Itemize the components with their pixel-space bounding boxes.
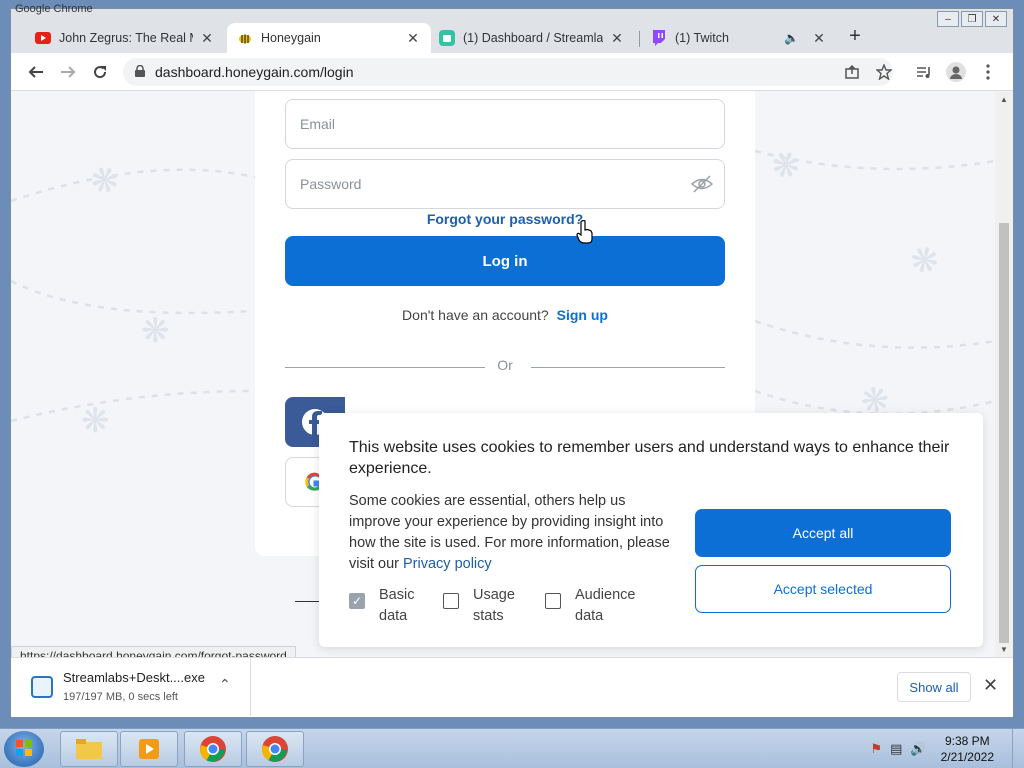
taskbar-explorer[interactable]	[60, 731, 118, 767]
forward-icon[interactable]	[57, 61, 79, 83]
taskbar-media[interactable]	[120, 731, 178, 767]
window-title: Google Chrome	[15, 3, 93, 15]
tab-twitch[interactable]: (1) Twitch 🔈 ✕	[641, 23, 837, 53]
eye-slash-icon[interactable]	[690, 172, 714, 199]
start-button[interactable]	[4, 731, 44, 767]
tab-honeygain[interactable]: Honeygain ✕	[227, 23, 431, 53]
download-status: 197/197 MB, 0 secs left	[63, 691, 178, 703]
chrome-icon	[199, 736, 226, 762]
accept-selected-button[interactable]: Accept selected	[695, 565, 951, 613]
chevron-up-icon[interactable]: ⌃	[219, 676, 231, 693]
checkmark-icon[interactable]: ✓	[349, 593, 365, 609]
browser-toolbar: dashboard.honeygain.com/login	[11, 53, 1013, 91]
signup-row: Don't have an account? Sign up	[255, 307, 755, 323]
accept-all-button[interactable]: Accept all	[695, 509, 951, 557]
youtube-icon	[35, 30, 51, 46]
media-control-icon[interactable]	[913, 61, 935, 83]
tab-label: (1) Dashboard / Streamlab	[463, 31, 603, 45]
windows-logo-icon	[16, 740, 32, 756]
streamlabs-icon	[439, 30, 455, 46]
volume-icon[interactable]: 🔊	[910, 741, 926, 757]
cookie-title: This website uses cookies to remember us…	[349, 439, 950, 477]
hand-cursor-icon	[576, 219, 594, 249]
close-icon[interactable]: ✕	[811, 30, 827, 47]
checkbox-usage-stats[interactable]: Usage stats	[443, 585, 533, 627]
clock[interactable]: 9:38 PM 2/21/2022	[941, 733, 994, 765]
checkbox-label: Basic data	[379, 587, 415, 624]
password-field[interactable]: Password	[285, 159, 725, 209]
download-item[interactable]: Streamlabs+Deskt....exe 197/197 MB, 0 se…	[11, 658, 251, 716]
new-tab-button[interactable]: +	[843, 25, 867, 49]
clock-time: 9:38 PM	[944, 734, 990, 748]
browser-window: Google Chrome – ❐ ✕ John Zegrus: The Rea…	[10, 3, 1014, 718]
email-field[interactable]: Email	[285, 99, 725, 149]
scroll-thumb[interactable]	[999, 223, 1009, 643]
url-text: dashboard.honeygain.com/login	[155, 64, 354, 80]
cookie-banner: This website uses cookies to remember us…	[319, 413, 983, 647]
folder-icon	[76, 739, 102, 759]
checkbox-label: Usage stats	[473, 587, 515, 624]
or-text: Or	[497, 357, 513, 373]
close-icon[interactable]: ✕	[983, 675, 998, 696]
tab-label: John Zegrus: The Real Ma	[59, 31, 193, 45]
login-button[interactable]: Log in	[285, 236, 725, 286]
scroll-down-icon[interactable]: ▼	[999, 645, 1009, 654]
taskbar-chrome-1[interactable]	[184, 731, 242, 767]
download-bar: Streamlabs+Deskt....exe 197/197 MB, 0 se…	[11, 657, 1013, 717]
privacy-policy-link[interactable]: Privacy policy	[403, 556, 492, 572]
speaker-icon[interactable]: 🔈	[784, 31, 799, 45]
cookie-body-text: Some cookies are essential, others help …	[349, 493, 670, 572]
back-icon[interactable]	[25, 61, 47, 83]
installer-file-icon	[31, 676, 53, 698]
scroll-up-icon[interactable]: ▲	[999, 95, 1009, 104]
checkbox-box[interactable]	[443, 593, 459, 609]
twitch-icon	[651, 30, 667, 46]
taskbar-chrome-2[interactable]	[246, 731, 304, 767]
close-icon[interactable]: ✕	[405, 30, 421, 47]
close-icon[interactable]: ✕	[609, 30, 625, 47]
divider-right	[531, 367, 725, 368]
tab-label: (1) Twitch	[675, 31, 729, 45]
forgot-password-link[interactable]: Forgot your password?	[255, 211, 755, 227]
tab-label: Honeygain	[261, 31, 321, 45]
chrome-icon	[261, 736, 288, 762]
share-icon[interactable]	[841, 61, 863, 83]
show-all-button[interactable]: Show all	[897, 672, 971, 702]
checkbox-audience-data[interactable]: Audience data	[545, 585, 655, 627]
profile-avatar-icon[interactable]	[945, 61, 967, 83]
tab-streamlabs[interactable]: (1) Dashboard / Streamlab ✕	[429, 23, 635, 53]
honeygain-icon	[237, 30, 253, 46]
status-bar-url: https://dashboard.honeygain.com/forgot-p…	[11, 646, 296, 657]
taskbar: ⚑ ▤ 🔊 9:38 PM 2/21/2022	[0, 728, 1024, 768]
checkbox-box[interactable]	[545, 593, 561, 609]
download-filename: Streamlabs+Deskt....exe	[63, 670, 205, 685]
tab-separator	[639, 31, 640, 47]
network-icon[interactable]: ▤	[890, 741, 902, 757]
lock-icon	[135, 64, 145, 80]
bookmark-star-icon[interactable]	[873, 61, 895, 83]
no-account-text: Don't have an account?	[402, 307, 549, 323]
action-center-flag-icon[interactable]: ⚑	[870, 741, 882, 757]
clock-date: 2/21/2022	[940, 750, 994, 764]
signup-link[interactable]: Sign up	[557, 307, 608, 323]
cookie-body: Some cookies are essential, others help …	[349, 491, 674, 575]
password-placeholder: Password	[300, 176, 362, 192]
reload-icon[interactable]	[89, 61, 111, 83]
page-scrollbar[interactable]: ▲ ▼	[995, 91, 1013, 657]
system-tray: ⚑ ▤ 🔊 9:38 PM 2/21/2022	[870, 729, 1024, 768]
close-icon[interactable]: ✕	[199, 30, 215, 47]
address-bar[interactable]: dashboard.honeygain.com/login	[123, 58, 893, 86]
email-placeholder: Email	[300, 116, 336, 132]
checkbox-label: Audience data	[575, 587, 636, 624]
tab-strip: John Zegrus: The Real Ma ✕ Honeygain ✕ (…	[11, 23, 1013, 53]
checkbox-basic-data[interactable]: ✓ Basic data	[349, 585, 429, 627]
bee-icon: ❋	[81, 402, 110, 440]
show-desktop-button[interactable]	[1012, 729, 1024, 768]
media-player-icon	[139, 739, 159, 759]
menu-dots-icon[interactable]	[977, 61, 999, 83]
bee-icon: ❋	[141, 312, 170, 350]
tab-youtube[interactable]: John Zegrus: The Real Ma ✕	[25, 23, 225, 53]
